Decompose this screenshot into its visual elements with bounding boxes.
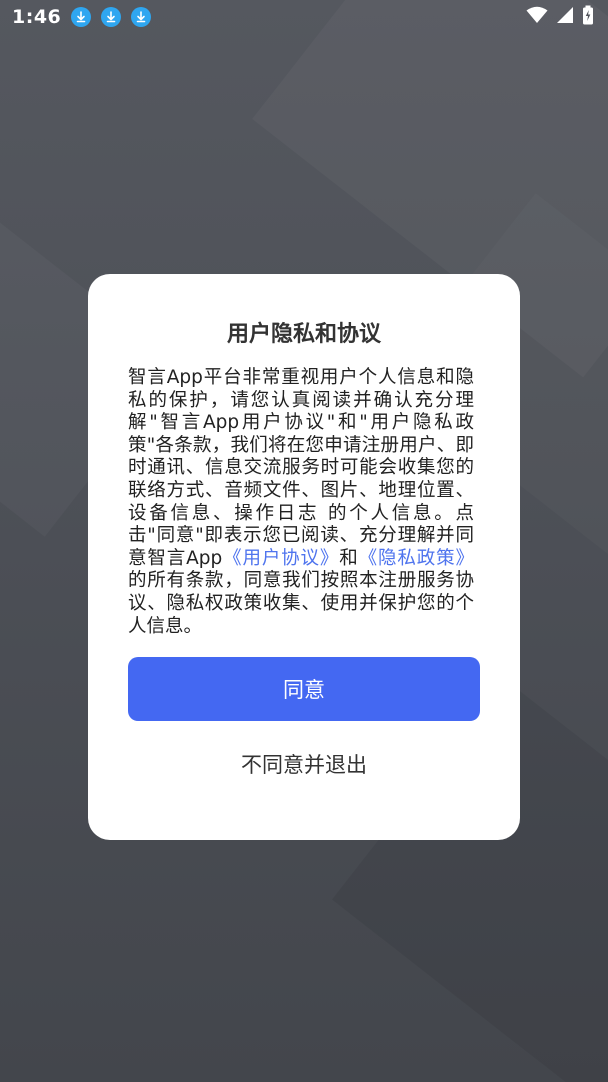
status-right	[526, 5, 594, 29]
download-icon	[131, 7, 152, 27]
wifi-icon	[526, 6, 548, 28]
dialog-body-outro: 的所有条款，同意我们按照本注册服务协议、隐私权政策收集、使用并保护您的个人信息。	[128, 570, 474, 637]
agree-button[interactable]: 同意	[128, 657, 480, 721]
privacy-dialog: 用户隐私和协议 智言App平台非常重视用户个人信息和隐私的保护，请您认真阅读并确…	[88, 274, 520, 840]
user-agreement-link[interactable]: 《用户协议》	[222, 548, 339, 569]
dialog-body-intro: 智言App平台非常重视用户个人信息和隐私的保护，请您认真阅读并确认充分理解"智言…	[128, 367, 474, 569]
dialog-body: 智言App平台非常重视用户个人信息和隐私的保护，请您认真阅读并确认充分理解"智言…	[128, 367, 474, 638]
status-time: 1:46	[12, 6, 62, 28]
signal-icon	[556, 6, 574, 28]
download-icon	[101, 7, 122, 27]
dialog-body-conjunction: 和	[339, 547, 359, 569]
status-left: 1:46	[12, 6, 161, 28]
battery-charging-icon	[582, 5, 594, 29]
dialog-title: 用户隐私和协议	[226, 322, 381, 347]
download-icon	[71, 7, 92, 27]
status-bar: 1:46	[0, 0, 608, 34]
privacy-policy-link[interactable]: 《隐私政策》	[359, 548, 474, 569]
disagree-exit-button[interactable]: 不同意并退出	[128, 744, 480, 784]
